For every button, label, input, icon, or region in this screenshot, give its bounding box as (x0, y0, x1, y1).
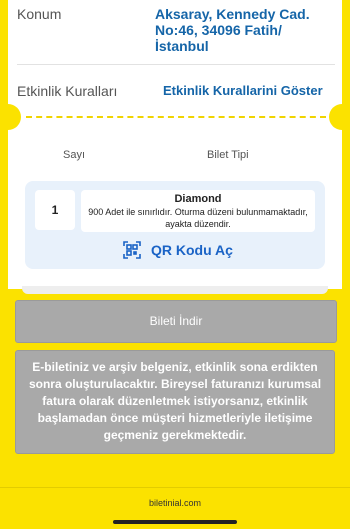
qr-code-icon (123, 241, 141, 259)
qr-code-button[interactable]: QR Kodu Aç (123, 239, 233, 261)
home-indicator[interactable] (113, 520, 237, 524)
ticket-type-cell: Diamond 900 Adet ile sınırlıdır. Oturma … (81, 190, 315, 232)
card-shadow (22, 286, 328, 294)
count-column-header: Sayı (63, 149, 86, 161)
type-column-header: Bilet Tipi (207, 149, 249, 161)
ticket-count: 1 (35, 190, 75, 230)
rules-link[interactable]: Etkinlik Kurallarini Göster (163, 83, 323, 99)
location-value[interactable]: Aksaray, Kennedy Cad. No:46, 34096 Fatih… (155, 6, 330, 54)
ticket-item: 1 Diamond 900 Adet ile sınırlıdır. Oturm… (25, 181, 325, 269)
perforation-line (26, 116, 326, 118)
location-label: Konum (17, 6, 62, 22)
ticket-notch-right (329, 104, 350, 130)
footer-divider (0, 487, 350, 488)
download-ticket-button[interactable]: Bileti İndir (15, 300, 337, 343)
ticket-type-description: 900 Adet ile sınırlıdır. Oturma düzeni b… (88, 207, 308, 229)
invoice-notice: E-biletiniz ve arşiv belgeniz, etkinlik … (15, 350, 335, 454)
divider (17, 64, 335, 65)
rules-label: Etkinlik Kuralları (17, 83, 118, 99)
footer-url[interactable]: biletinial.com (0, 498, 350, 508)
qr-code-button-label: QR Kodu Aç (151, 242, 233, 258)
ticket-type-name: Diamond (174, 193, 222, 205)
